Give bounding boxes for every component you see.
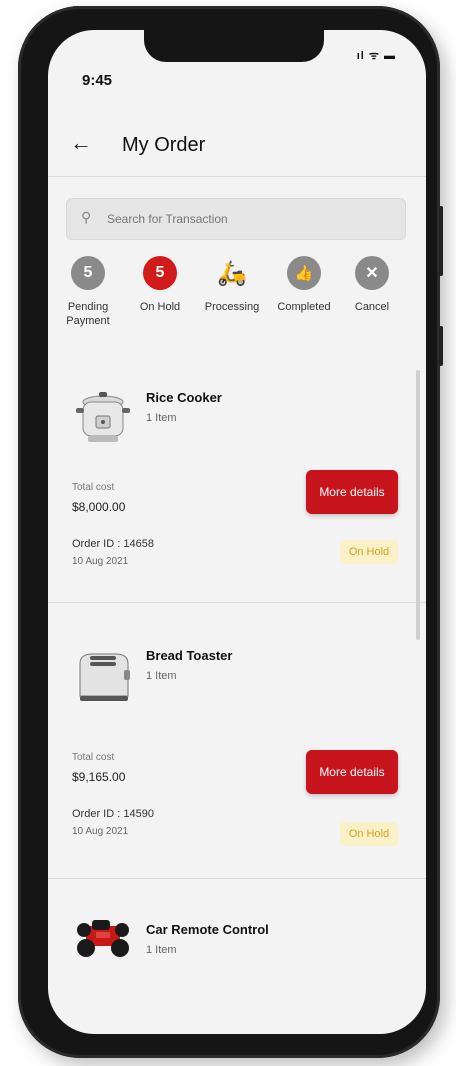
phone-screen: 9:45 ıl ᯤ ▬ ← My Order ⚲ 5 Pending Payme… [48,30,426,1034]
order-card: Rice Cooker 1 Item Total cost $8,000.00 … [48,380,426,610]
phone-frame: 9:45 ıl ᯤ ▬ ← My Order ⚲ 5 Pending Payme… [18,6,443,1058]
tab-cancel[interactable]: ✕ Cancel [332,256,412,314]
back-arrow-icon[interactable]: ← [70,130,92,156]
page-title: My Order [122,134,206,156]
product-qty: 1 Item [146,670,177,682]
order-id: Order ID : 14658 [72,538,154,550]
cost-label: Total cost [72,752,115,763]
cost-value: $8,000.00 [72,500,126,514]
cancel-icon: ✕ [355,256,389,290]
order-date: 10 Aug 2021 [72,826,129,837]
pending-payment-icon: 5 [71,256,105,290]
scooter-icon: 🛵 [217,259,247,287]
scrollbar[interactable] [416,370,420,640]
divider [48,176,426,177]
tab-label: Pending Payment [66,301,110,327]
status-badge: On Hold [340,822,398,846]
status-badge: On Hold [340,540,398,564]
on-hold-icon: 5 [143,256,177,290]
order-date: 10 Aug 2021 [72,556,129,567]
product-name: Car Remote Control [146,922,269,937]
thumbs-up-icon: 👍 [287,256,321,290]
status-time: 9:45 [82,72,113,89]
divider [48,878,426,879]
rice-cooker-image [76,392,130,442]
order-card: Bread Toaster 1 Item Total cost $9,165.0… [48,640,426,880]
tab-label: On Hold [139,301,181,313]
more-details-button[interactable]: More details [306,750,398,794]
tab-label: Cancel [354,301,390,313]
search-input[interactable] [105,208,389,230]
tab-on-hold[interactable]: 5 On Hold [120,256,200,314]
notch [144,30,324,62]
product-qty: 1 Item [146,944,177,956]
toaster-image [79,653,130,701]
tab-label: Processing [204,301,260,313]
tab-pending-payment[interactable]: 5 Pending Payment [48,256,128,328]
more-details-button[interactable]: More details [306,470,398,514]
divider [48,602,426,603]
header: ← My Order [48,126,426,166]
order-status-tabs: 5 Pending Payment 5 On Hold 🛵 Processing… [56,256,426,366]
product-name: Rice Cooker [146,390,222,405]
side-button [439,206,443,276]
remote-car-image [77,920,129,957]
search-icon: ⚲ [81,209,92,225]
cost-label: Total cost [72,482,115,493]
signal-wifi-battery-icon: ıl ᯤ ▬ [356,50,396,62]
product-name: Bread Toaster [146,648,233,663]
cost-value: $9,165.00 [72,770,126,784]
product-qty: 1 Item [146,412,177,424]
tab-processing[interactable]: 🛵 Processing [192,256,272,314]
order-card: Car Remote Control 1 Item [48,900,426,1020]
side-button [439,326,443,366]
order-id: Order ID : 14590 [72,808,154,820]
search-bar[interactable]: ⚲ [66,198,406,240]
